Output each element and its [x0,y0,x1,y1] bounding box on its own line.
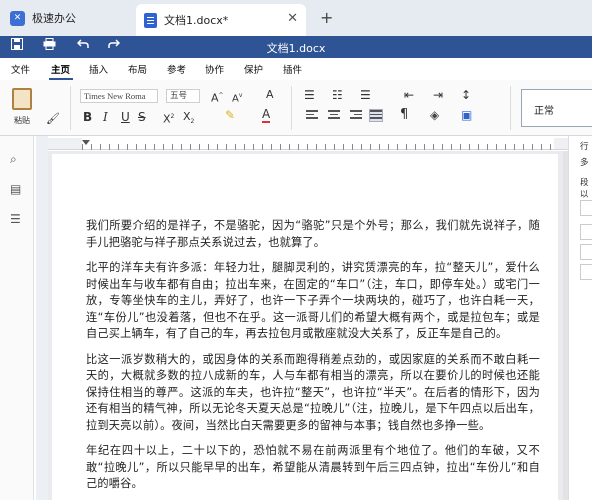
close-tab-icon[interactable]: ✕ [287,11,298,26]
app-tab-label: 极速办公 [32,12,76,25]
line-spacing-icon[interactable]: ↕ [461,88,471,102]
menu-protect[interactable]: 保护 [244,62,263,76]
menu-file[interactable]: 文件 [11,62,30,76]
checkbox[interactable] [580,244,592,260]
spacing-input[interactable] [580,200,592,216]
align-right-icon[interactable] [350,110,362,121]
bullet-list-icon[interactable]: ☰ [304,88,315,102]
line-spacing-label: 行 [580,142,589,152]
menu-home[interactable]: 主页 [51,62,70,76]
navigation-icon[interactable]: ☰ [10,212,21,226]
change-case-icon[interactable]: A [266,88,274,102]
highlight-icon[interactable]: ✎ [225,108,235,122]
subscript-icon[interactable]: X2 [183,110,194,129]
increase-font-icon[interactable]: A^ [211,89,224,106]
quick-access-bar: 文档1.docx [0,36,592,58]
paste-label: 粘贴 [14,116,30,125]
bold-icon[interactable]: B [83,110,92,124]
paragraph-marks-icon[interactable]: ¶ [400,108,408,122]
paragraph[interactable]: 比这一派岁数稍大的，或因身体的关系而跑得稍差点劲的，或因家庭的关系而不敢白耗一天… [86,352,540,435]
justify-icon[interactable] [369,109,383,122]
vertical-ruler [36,136,48,500]
superscript-icon[interactable]: X2 [163,110,174,127]
divider [510,86,511,130]
divider [291,86,292,130]
shading-icon[interactable]: ◈ [430,108,439,122]
spacing-input[interactable] [580,224,592,240]
numbered-list-icon[interactable]: ☷ [332,88,343,102]
paragraph-spacing-label: 段 [580,178,589,188]
menu-plugins[interactable]: 插件 [283,62,302,76]
paragraph[interactable]: 北平的洋车夫有许多派：年轻力壮，腿脚灵利的，讲究赁漂亮的车，拉“整天儿”，爱什么… [86,260,540,343]
paragraph[interactable]: 年纪在四十以上，二十以下的，恐怕就不易在前两派里有个地位了。他们的车破，又不敢“… [86,443,540,493]
align-left-icon[interactable] [306,110,318,121]
increase-indent-icon[interactable]: ⇥ [433,88,443,102]
document-body[interactable]: 我们所要介绍的是祥子，不是骆驼，因为“骆驼”只是个外号；那么，我们就先说祥子，随… [86,218,540,500]
paste-icon[interactable] [12,88,32,110]
indent-marker[interactable] [82,140,90,145]
spacing-before-label: 以 [580,190,589,200]
menu-layout[interactable]: 布局 [128,62,147,76]
style-gallery[interactable]: 正常 [521,89,592,127]
strikethrough-icon[interactable]: S [138,110,146,124]
menu-insert[interactable]: 插入 [89,62,108,76]
format-painter-icon[interactable]: 🖌 [46,112,60,126]
italic-icon[interactable]: I [103,110,108,124]
title-bar: ✕ 极速办公 文档1.docx* ✕ + [0,0,592,36]
app-logo-icon: ✕ [10,10,25,26]
underline-icon[interactable]: U [121,110,130,124]
style-normal-item[interactable]: 正常 [534,106,554,117]
document-title: 文档1.docx [266,42,326,55]
menu-bar: 文件 主页 插入 布局 参考 协作 保护 插件 [0,58,592,80]
font-name-select[interactable]: Times New Roma [80,89,158,103]
decrease-font-icon[interactable]: Av [232,89,242,106]
align-center-icon[interactable] [328,110,340,121]
app-tab[interactable]: ✕ 极速办公 [0,0,136,36]
search-icon[interactable]: ⌕ [10,152,17,167]
font-size-select[interactable]: 五号 [166,89,200,103]
line-spacing-value[interactable]: 多 [580,156,589,168]
font-color-icon[interactable]: A [262,108,271,123]
menu-references[interactable]: 参考 [167,62,186,76]
divider [70,86,71,130]
document-icon [144,12,157,28]
checkbox[interactable] [580,264,592,280]
document-tab-label: 文档1.docx* [164,14,229,27]
borders-icon[interactable]: ▣ [461,108,472,122]
decrease-indent-icon[interactable]: ⇤ [404,88,414,102]
multilevel-list-icon[interactable]: ☰ [360,88,371,102]
ruler-ticks [82,144,554,150]
comments-icon[interactable]: ▤ [10,182,21,196]
document-tab[interactable]: 文档1.docx* ✕ [136,4,306,36]
paragraph-settings-panel: 行 多 段 以 [568,136,592,500]
left-sidebar: ⌕ ▤ ☰ [0,136,34,500]
paragraph[interactable]: 我们所要介绍的是祥子，不是骆驼，因为“骆驼”只是个外号；那么，我们就先说祥子，随… [86,218,540,251]
new-tab-button[interactable]: + [320,8,333,27]
menu-collaborate[interactable]: 协作 [205,62,224,76]
